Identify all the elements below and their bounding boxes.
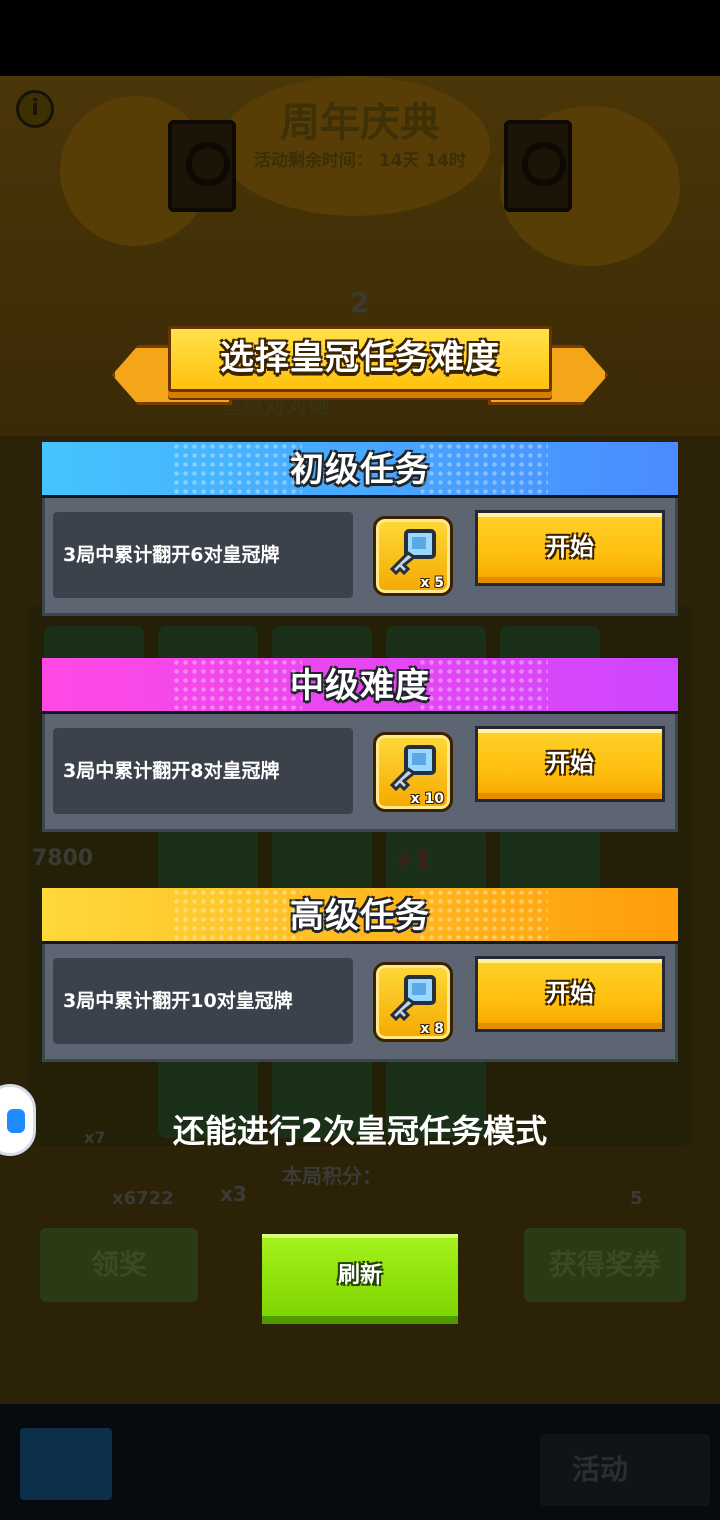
plus-one-text: +1 xyxy=(394,846,431,874)
event-title: 周年庆典 xyxy=(280,100,440,146)
start-button-advanced[interactable]: 开始 xyxy=(475,956,665,1032)
tier-body: 3局中累计翻开10对皇冠牌 x 8 开始 xyxy=(42,944,678,1062)
key-reward: x 5 xyxy=(373,516,453,596)
key-reward: x 10 xyxy=(373,732,453,812)
info-icon: i xyxy=(16,90,54,128)
start-button-intermediate[interactable]: 开始 xyxy=(475,726,665,802)
level-number: 2 xyxy=(350,286,370,319)
score-left: 7800 xyxy=(32,846,94,871)
modal-title-banner: 选择皇冠任务难度 xyxy=(168,326,552,392)
mode-label: 皇冠对对碰 xyxy=(220,394,331,419)
tickets-count: x6722 xyxy=(112,1188,174,1209)
key-reward: x 8 xyxy=(373,962,453,1042)
start-button-label: 开始 xyxy=(546,533,594,561)
bottom-nav: 活动 xyxy=(0,1404,720,1520)
floating-assistant-bubble[interactable] xyxy=(0,1084,36,1156)
get-vouchers-button: 获得奖券 xyxy=(524,1228,686,1302)
tier-header-label: 中级难度 xyxy=(290,666,430,706)
tier-intermediate: 中级难度 3局中累计翻开8对皇冠牌 x 10 开始 xyxy=(42,658,678,832)
start-button-label: 开始 xyxy=(546,749,594,777)
key-count: x 10 xyxy=(410,791,444,807)
task-description: 3局中累计翻开8对皇冠牌 xyxy=(63,760,280,782)
refresh-button-label: 刷新 xyxy=(337,1263,382,1288)
key-count: x 5 xyxy=(420,575,444,591)
tier-advanced: 高级任务 3局中累计翻开10对皇冠牌 x 8 开始 xyxy=(42,888,678,1062)
key-count: x 8 xyxy=(420,1021,444,1037)
round-score-label: 本局积分： xyxy=(282,1164,382,1188)
assistant-icon xyxy=(7,1109,25,1133)
vouchers-count: 5 xyxy=(630,1188,643,1209)
activity-button: 活动 xyxy=(540,1434,710,1506)
task-box: 3局中累计翻开10对皇冠牌 xyxy=(53,958,353,1044)
start-button-basic[interactable]: 开始 xyxy=(475,510,665,586)
tier-header-label: 高级任务 xyxy=(290,896,430,936)
back-arrow-icon xyxy=(20,1428,112,1500)
claim-button: 领奖 xyxy=(40,1228,198,1302)
task-description: 3局中累计翻开10对皇冠牌 xyxy=(63,990,293,1012)
tier-basic: 初级任务 3局中累计翻开6对皇冠牌 x 5 开始 xyxy=(42,442,678,616)
task-description: 3局中累计翻开6对皇冠牌 xyxy=(63,544,280,566)
modal-title: 选择皇冠任务难度 xyxy=(220,338,500,378)
tier-header: 中级难度 xyxy=(42,658,678,714)
tier-header: 初级任务 xyxy=(42,442,678,498)
multiplier-badge: x3 xyxy=(220,1182,247,1206)
refresh-button[interactable]: 刷新 xyxy=(262,1234,458,1324)
task-box: 3局中累计翻开8对皇冠牌 xyxy=(53,728,353,814)
event-timer: 活动剩余时间： 14天 14时 xyxy=(253,151,467,171)
status-bar-area xyxy=(0,0,720,76)
start-button-label: 开始 xyxy=(546,979,594,1007)
tier-header: 高级任务 xyxy=(42,888,678,944)
tier-body: 3局中累计翻开8对皇冠牌 x 10 开始 xyxy=(42,714,678,832)
remaining-attempts-text: 还能进行2次皇冠任务模式 xyxy=(172,1112,548,1150)
task-box: 3局中累计翻开6对皇冠牌 xyxy=(53,512,353,598)
tier-body: 3局中累计翻开6对皇冠牌 x 5 开始 xyxy=(42,498,678,616)
tier-header-label: 初级任务 xyxy=(290,450,430,490)
